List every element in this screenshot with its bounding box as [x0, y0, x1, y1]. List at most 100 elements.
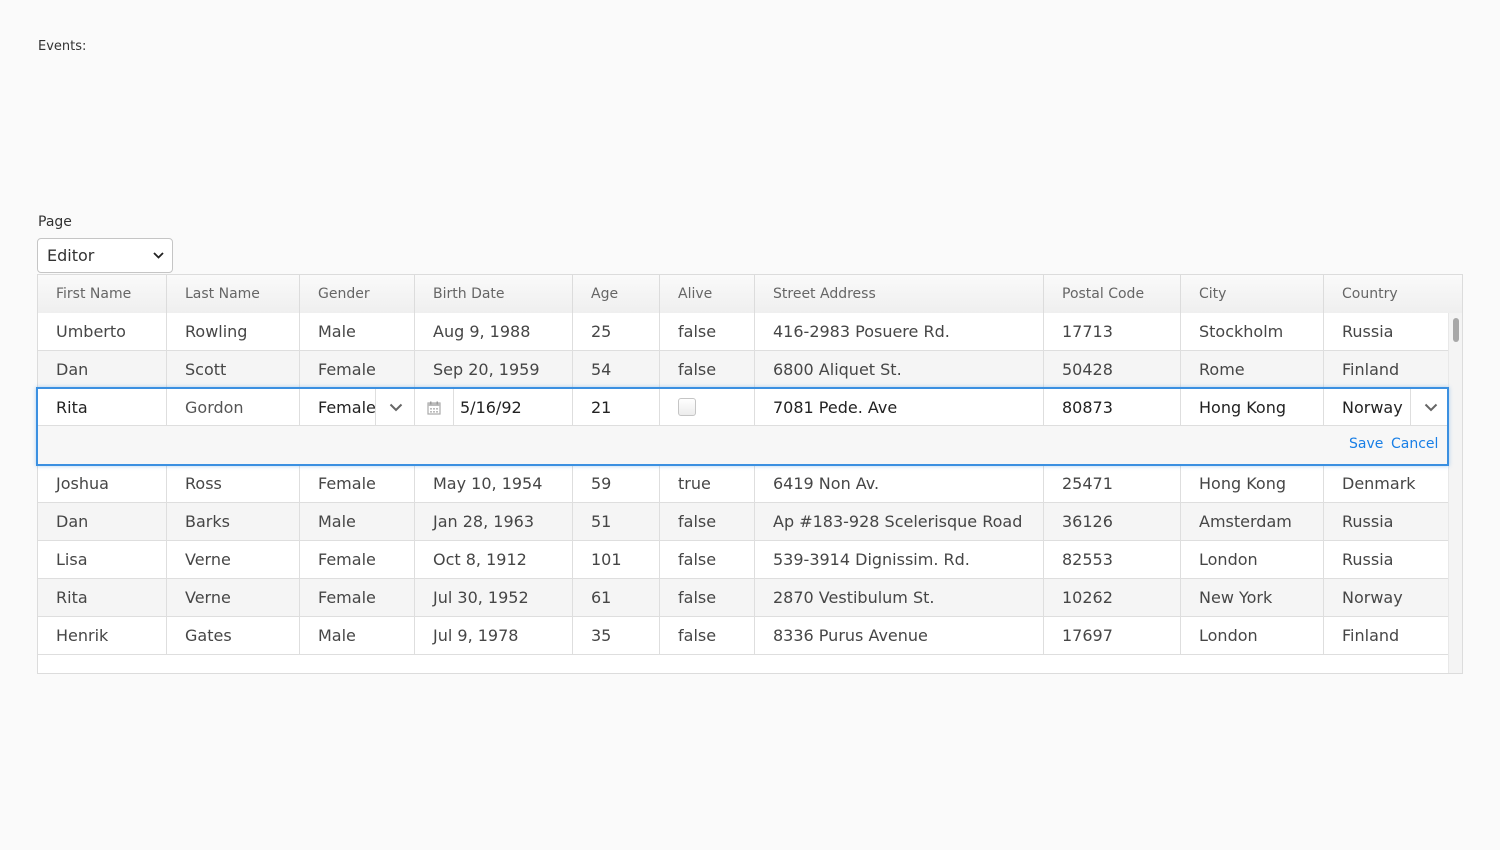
table-cell: Dan [38, 351, 167, 388]
table-cell: Male [300, 313, 415, 350]
table-cell: Russia [1342, 512, 1394, 531]
table-cell: Jul 30, 1952 [415, 579, 573, 616]
table-cell: Dan [38, 503, 167, 540]
table-cell: Hong Kong [1181, 465, 1324, 502]
table-cell: Joshua [38, 465, 167, 502]
editor-country-combobox[interactable]: Norway [1324, 389, 1447, 426]
column-header[interactable]: Alive [660, 275, 755, 313]
editor-footer: Save Cancel [38, 426, 1447, 464]
table-cell: Finland [1342, 626, 1400, 645]
table-cell: false [660, 503, 755, 540]
editor-gender-combobox[interactable]: Female [300, 389, 415, 426]
table-row[interactable]: Umberto Rowling Male Aug 9, 1988 25 false 416-… [38, 313, 1448, 351]
column-header[interactable]: Gender [300, 275, 415, 313]
table-cell: 10262 [1044, 579, 1181, 616]
chevron-down-icon[interactable] [1410, 389, 1447, 425]
save-button[interactable]: Save [1349, 436, 1383, 452]
table-cell: Russia [1342, 322, 1394, 341]
cancel-button[interactable]: Cancel [1391, 436, 1438, 452]
table-cell: 17713 [1044, 313, 1181, 350]
table-cell: Umberto [38, 313, 167, 350]
table-cell: 36126 [1044, 503, 1181, 540]
table-row[interactable]: Joshua Ross Female May 10, 1954 59 true 6419 N… [38, 465, 1448, 503]
chevron-down-icon[interactable] [375, 389, 414, 425]
table-cell: 416-2983 Posuere Rd. [755, 313, 1044, 350]
table-cell: Oct 8, 1912 [415, 541, 573, 578]
column-header[interactable]: Postal Code [1044, 275, 1181, 313]
table-row[interactable]: Dan Barks Male Jan 28, 1963 51 false Ap #183-9… [38, 503, 1448, 541]
column-header[interactable]: Birth Date [415, 275, 573, 313]
table-cell: Scott [167, 351, 300, 388]
table-row[interactable]: Dan Scott Female Sep 20, 1959 54 false 6800 Al… [38, 351, 1448, 389]
scrollbar-thumb[interactable] [1453, 318, 1459, 342]
header-filler [1448, 275, 1462, 314]
editor-last-name-field[interactable]: Gordon [167, 389, 300, 426]
vertical-scrollbar[interactable] [1448, 313, 1462, 673]
table-cell: 539-3914 Dignissim. Rd. [755, 541, 1044, 578]
table-cell: Henrik [38, 617, 167, 654]
column-header[interactable]: City [1181, 275, 1324, 313]
table-cell: false [660, 617, 755, 654]
table-cell: 59 [573, 465, 660, 502]
table-cell: 101 [573, 541, 660, 578]
table-cell: Rowling [167, 313, 300, 350]
table-cell: 2870 Vestibulum St. [755, 579, 1044, 616]
editor-alive-checkbox[interactable] [678, 398, 696, 416]
table-cell: false [660, 579, 755, 616]
column-header[interactable]: Country [1324, 275, 1448, 313]
table-cell: London [1181, 541, 1324, 578]
table-cell: true [660, 465, 755, 502]
editor-first-name-field[interactable]: Rita [38, 389, 167, 426]
table-cell: New York [1181, 579, 1324, 616]
table-row[interactable]: Henrik Gates Male Jul 9, 1978 35 false 8336 Pu… [38, 617, 1448, 655]
table-cell: 50428 [1044, 351, 1181, 388]
table-cell: Russia [1342, 550, 1394, 569]
editor-age-field[interactable]: 21 [573, 389, 660, 426]
table-cell: Norway [1342, 588, 1403, 607]
editor-postal-field[interactable]: 80873 [1044, 389, 1181, 426]
table-cell: Rome [1181, 351, 1324, 388]
table-cell: Female [300, 351, 415, 388]
table-cell: Sep 20, 1959 [415, 351, 573, 388]
editor-birth-date-value: 5/16/92 [460, 398, 522, 417]
column-header[interactable]: First Name [38, 275, 167, 313]
table-row[interactable]: Rita Verne Female Jul 30, 1952 61 false 2870 V… [38, 579, 1448, 617]
page-label: Page [38, 214, 72, 230]
editor-alive-cell [660, 389, 755, 426]
table-cell: 82553 [1044, 541, 1181, 578]
table-cell: false [660, 541, 755, 578]
column-header[interactable]: Last Name [167, 275, 300, 313]
table-row[interactable]: Lisa Verne Female Oct 8, 1912 101 false 539-39… [38, 541, 1448, 579]
table-cell: Female [300, 541, 415, 578]
editor-gender-value: Female [318, 398, 376, 417]
table-cell: Amsterdam [1181, 503, 1324, 540]
column-header[interactable]: Street Address [755, 275, 1044, 313]
table-cell: May 10, 1954 [415, 465, 573, 502]
events-label: Events: [38, 39, 87, 54]
table-cell: Jul 9, 1978 [415, 617, 573, 654]
editor-street-field[interactable]: 7081 Pede. Ave [755, 389, 1044, 426]
table-cell: 61 [573, 579, 660, 616]
table-cell: Finland [1342, 360, 1400, 379]
chevron-down-icon [153, 249, 164, 262]
table-cell: false [660, 351, 755, 388]
editor-birth-date-field[interactable]: 5/16/92 [415, 389, 573, 426]
table-cell: 6800 Aliquet St. [755, 351, 1044, 388]
editor-city-field[interactable]: Hong Kong [1181, 389, 1324, 426]
page-select[interactable]: Editor [37, 238, 173, 273]
table-cell: London [1181, 617, 1324, 654]
table-cell: Aug 9, 1988 [415, 313, 573, 350]
table-cell: Female [300, 579, 415, 616]
calendar-icon[interactable] [415, 389, 454, 425]
table-cell: Ross [167, 465, 300, 502]
table-cell: 25471 [1044, 465, 1181, 502]
table-cell: 17697 [1044, 617, 1181, 654]
table-cell: Stockholm [1181, 313, 1324, 350]
table-cell: Gates [167, 617, 300, 654]
data-grid: First Name Last Name Gender Birth Date Age Al… [37, 274, 1463, 674]
table-cell: 35 [573, 617, 660, 654]
table-cell: Barks [167, 503, 300, 540]
table-cell: Rita [38, 579, 167, 616]
column-header[interactable]: Age [573, 275, 660, 313]
table-cell: Male [300, 617, 415, 654]
